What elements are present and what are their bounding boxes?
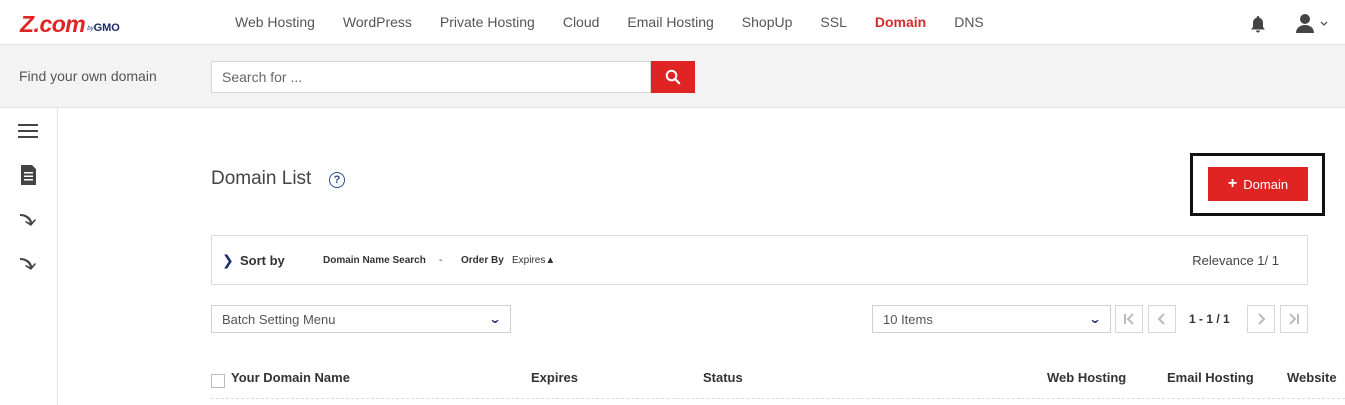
nav-item-domain[interactable]: Domain	[861, 0, 940, 45]
first-page-icon	[1124, 313, 1134, 325]
domain-name-search-value: -	[439, 255, 443, 266]
items-per-page-select[interactable]: 10 Items ⌄	[872, 305, 1111, 333]
chevron-right-icon	[1258, 313, 1266, 325]
sort-panel: ❯ Sort by Domain Name Search - Order By …	[211, 235, 1308, 285]
chevron-right-icon[interactable]: ❯	[222, 252, 234, 269]
table-header-divider	[211, 398, 1345, 399]
pagination-range: 1 - 1 / 1	[1189, 312, 1230, 326]
page-title: Domain List	[211, 168, 312, 189]
domain-search-input[interactable]	[211, 61, 651, 93]
forward-arrow-icon[interactable]	[17, 252, 39, 274]
nav-item-shopup[interactable]: ShopUp	[728, 0, 807, 45]
nav-item-web-hosting[interactable]: Web Hosting	[221, 0, 329, 45]
nav-item-private-hosting[interactable]: Private Hosting	[426, 0, 549, 45]
column-header-email-hosting[interactable]: Email Hosting	[1167, 370, 1254, 385]
last-page-button[interactable]	[1280, 305, 1308, 333]
top-navigation-bar: Z.com by GMO Web Hosting WordPress Priva…	[0, 0, 1345, 45]
column-header-website[interactable]: Website	[1287, 370, 1337, 385]
order-by-value: Expires▲	[512, 255, 556, 266]
logo-gmo-text: GMO	[93, 22, 120, 34]
items-per-page-value: 10 Items	[883, 311, 933, 327]
chevron-left-icon	[1157, 313, 1165, 325]
add-domain-button[interactable]: + Domain	[1208, 167, 1308, 201]
search-icon	[665, 69, 681, 85]
column-header-status[interactable]: Status	[703, 370, 743, 385]
first-page-button[interactable]	[1115, 305, 1143, 333]
relevance-text: Relevance 1/ 1	[1192, 253, 1279, 268]
chevron-down-icon: ⌄	[1088, 312, 1102, 326]
hamburger-menu-icon[interactable]	[17, 120, 39, 142]
search-label: Find your own domain	[19, 68, 157, 84]
add-domain-label: Domain	[1243, 176, 1289, 192]
bell-icon[interactable]	[1248, 14, 1268, 34]
plus-icon: +	[1227, 175, 1238, 192]
next-page-button[interactable]	[1247, 305, 1275, 333]
main-nav: Web Hosting WordPress Private Hosting Cl…	[221, 0, 998, 45]
column-header-domain-name[interactable]: Your Domain Name	[231, 370, 350, 385]
sort-by-toggle[interactable]: Sort by	[240, 253, 285, 268]
chevron-down-icon	[1320, 21, 1328, 26]
document-list-icon[interactable]	[17, 164, 39, 186]
nav-item-wordpress[interactable]: WordPress	[329, 0, 426, 45]
nav-item-ssl[interactable]: SSL	[806, 0, 860, 45]
batch-setting-menu-value: Batch Setting Menu	[222, 311, 336, 327]
previous-page-button[interactable]	[1148, 305, 1176, 333]
user-menu[interactable]	[1294, 12, 1330, 34]
zcom-logo[interactable]: Z.com by GMO	[20, 9, 120, 37]
column-header-web-hosting[interactable]: Web Hosting	[1047, 370, 1126, 385]
search-button[interactable]	[651, 61, 695, 93]
order-by-label: Order By	[461, 255, 504, 266]
column-header-expires[interactable]: Expires	[531, 370, 578, 385]
select-all-checkbox[interactable]	[211, 374, 225, 388]
nav-item-dns[interactable]: DNS	[940, 0, 998, 45]
batch-setting-menu-select[interactable]: Batch Setting Menu ⌄	[211, 305, 511, 333]
left-sidebar	[0, 108, 58, 405]
nav-item-email-hosting[interactable]: Email Hosting	[613, 0, 727, 45]
redirect-arrow-icon[interactable]	[17, 208, 39, 230]
last-page-icon	[1289, 313, 1299, 325]
nav-item-cloud[interactable]: Cloud	[549, 0, 614, 45]
domain-name-search-label: Domain Name Search	[323, 255, 426, 266]
chevron-down-icon: ⌄	[488, 312, 502, 326]
domain-search-bar: Find your own domain	[0, 45, 1345, 108]
logo-text: Z.com	[20, 11, 86, 37]
help-icon[interactable]: ?	[329, 172, 345, 188]
user-icon	[1296, 14, 1314, 33]
